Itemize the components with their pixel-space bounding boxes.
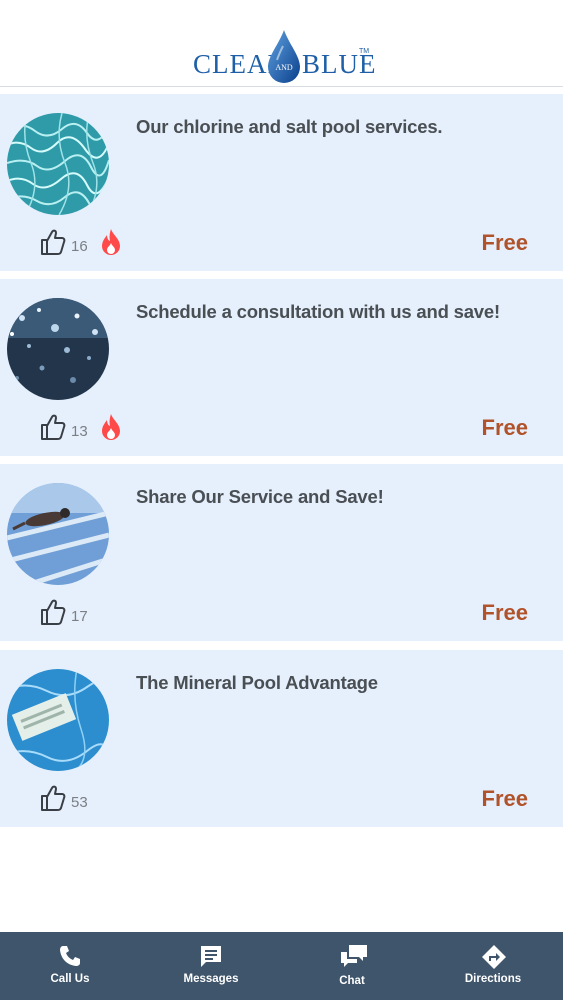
deal-title: The Mineral Pool Advantage	[136, 672, 378, 693]
thumbs-up-icon[interactable]	[40, 598, 66, 626]
tab-chat[interactable]: Chat	[282, 932, 422, 1000]
deal-card[interactable]: The Mineral Pool Advantage 53 Free	[0, 650, 563, 827]
deal-thumbnail	[7, 298, 109, 400]
deal-title: Share Our Service and Save!	[136, 486, 384, 507]
like-count: 16	[71, 238, 88, 255]
tab-messages[interactable]: Messages	[141, 932, 281, 1000]
deal-card[interactable]: Our chlorine and salt pool services. 16 …	[0, 94, 563, 271]
like-count: 17	[71, 608, 88, 625]
tab-label: Call Us	[50, 973, 90, 985]
deal-card[interactable]: Share Our Service and Save! 17 Free	[0, 464, 563, 641]
app-header: CLEAR AND BLUE TM	[0, 0, 563, 87]
tab-directions[interactable]: Directions	[423, 932, 563, 1000]
chat-icon	[341, 945, 367, 967]
deal-price: Free	[481, 600, 528, 625]
like-count: 53	[71, 794, 88, 811]
deal-thumbnail	[7, 113, 109, 215]
deal-thumbnail	[7, 483, 109, 585]
like-count: 13	[71, 423, 88, 440]
directions-icon	[482, 945, 506, 969]
deal-title: Schedule a consultation with us and save…	[136, 301, 500, 322]
thumbs-up-icon[interactable]	[40, 413, 66, 441]
clear-and-blue-logo: CLEAR AND BLUE TM	[193, 30, 376, 83]
deal-card[interactable]: Schedule a consultation with us and save…	[0, 279, 563, 456]
fire-icon	[102, 414, 120, 440]
deal-thumbnail	[7, 669, 109, 771]
deal-price: Free	[481, 230, 528, 255]
trademark-mark: TM	[359, 48, 370, 55]
tab-label: Directions	[464, 973, 522, 985]
tab-call-us[interactable]: Call Us	[0, 932, 140, 1000]
phone-icon	[60, 946, 80, 966]
tab-label: Chat	[339, 975, 365, 987]
deal-price: Free	[481, 786, 528, 811]
thumbs-up-icon[interactable]	[40, 228, 66, 256]
deal-price: Free	[481, 415, 528, 440]
deal-title: Our chlorine and salt pool services.	[136, 116, 443, 137]
message-icon	[201, 946, 221, 967]
logo-word-and: AND	[275, 63, 293, 72]
tab-label: Messages	[183, 973, 239, 985]
thumbs-up-icon[interactable]	[40, 784, 66, 812]
fire-icon	[102, 229, 120, 255]
water-drop-icon	[268, 30, 300, 83]
bottom-tab-bar: Call Us Messages Chat Directions	[0, 932, 563, 1000]
